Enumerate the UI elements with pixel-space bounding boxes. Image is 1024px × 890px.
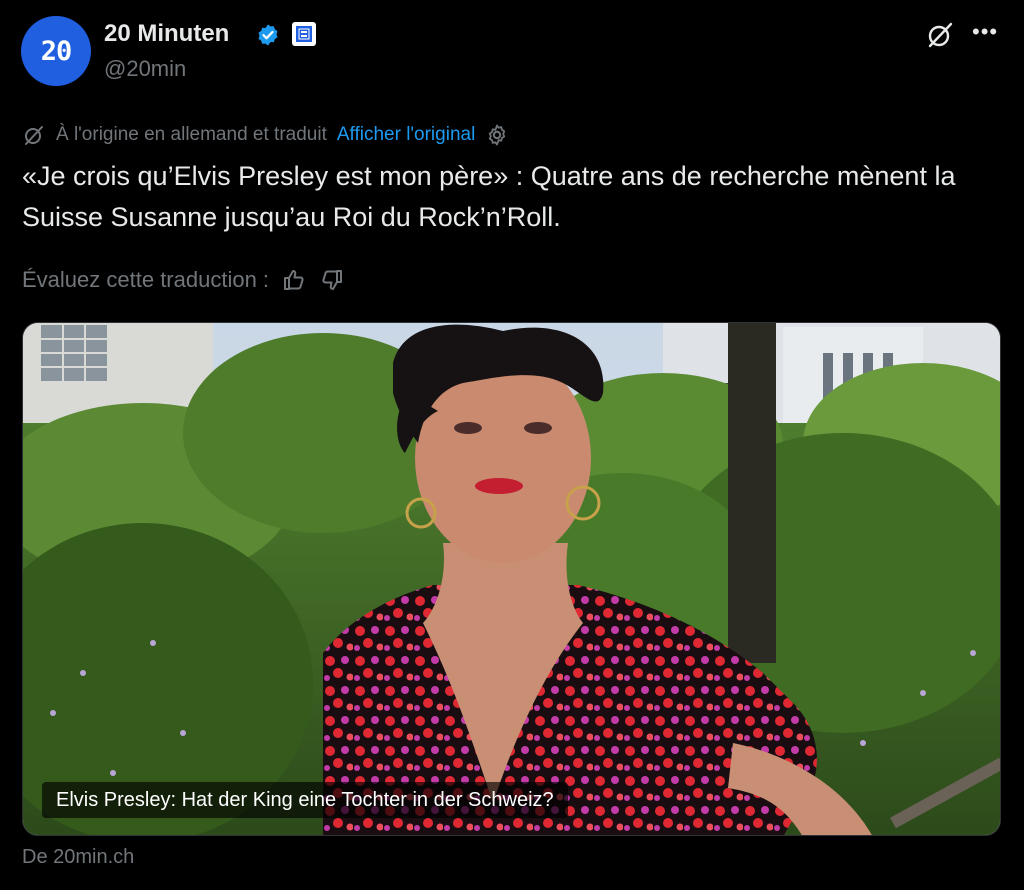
show-original-link[interactable]: Afficher l'original: [337, 124, 475, 146]
affiliate-badge-icon[interactable]: [292, 22, 316, 46]
account-name[interactable]: 20 Minuten: [104, 20, 229, 48]
affiliate-logo-icon: [298, 28, 310, 40]
thumbs-down-icon[interactable]: [319, 267, 345, 293]
avatar-logo-text: 20: [40, 35, 73, 67]
translation-info-row: À l'origine en allemand et traduit Affic…: [22, 121, 509, 149]
article-photo: [23, 323, 1000, 835]
tweet-text: «Je crois qu’Elvis Presley est mon père»…: [22, 161, 956, 232]
account-handle[interactable]: @20min: [104, 56, 186, 82]
affiliate-badge-inner: [296, 26, 312, 42]
translation-note: À l'origine en allemand et traduit: [56, 124, 327, 145]
article-card-image[interactable]: [22, 322, 1001, 836]
rate-translation-row: Évaluez cette traduction :: [22, 264, 345, 296]
rate-translation-label: Évaluez cette traduction :: [22, 267, 270, 292]
avatar[interactable]: 20: [21, 16, 91, 86]
card-source-link[interactable]: De 20min.ch: [22, 846, 134, 869]
thumbs-up-icon[interactable]: [281, 267, 307, 293]
more-icon[interactable]: •••: [972, 20, 998, 44]
translate-icon: [25, 126, 43, 145]
gear-icon[interactable]: [485, 123, 509, 147]
verified-badge-icon[interactable]: [256, 23, 280, 47]
grok-icon[interactable]: [924, 19, 956, 51]
image-caption: Elvis Presley: Hat der King eine Tochter…: [42, 782, 568, 818]
